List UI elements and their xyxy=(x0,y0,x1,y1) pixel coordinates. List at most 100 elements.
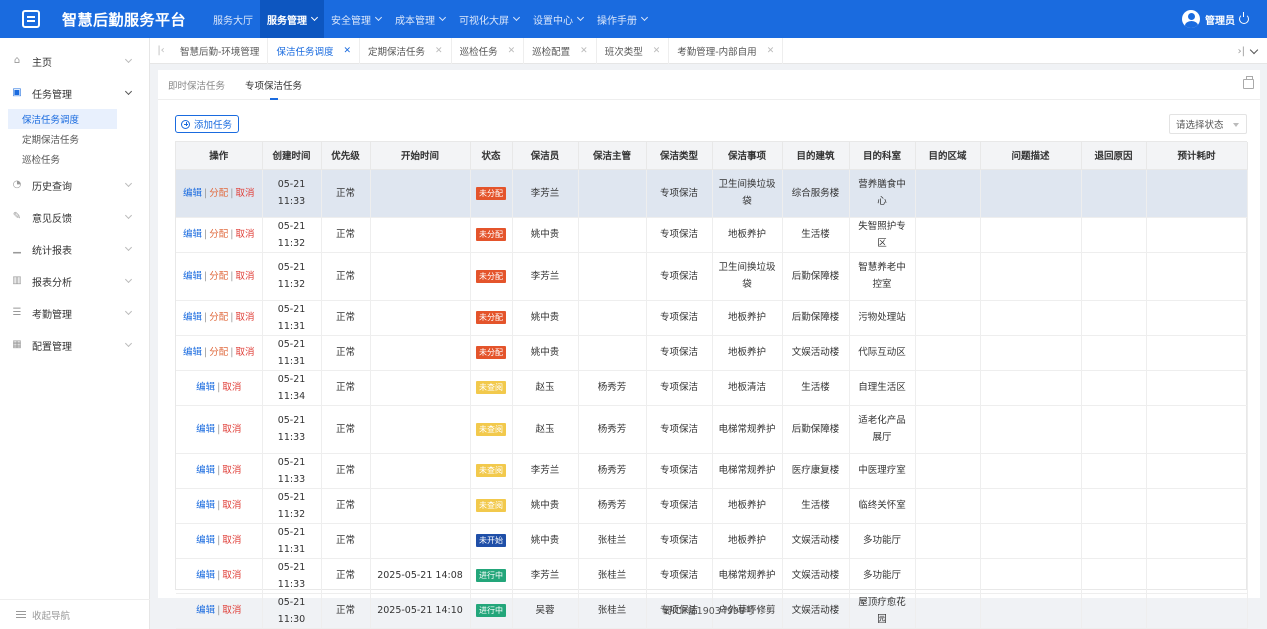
page-tab-4[interactable]: 巡检配置 ✕ xyxy=(524,37,597,64)
table-row[interactable]: 编辑 | 取消 05-21 11:33 正常 2025-05-21 14:08 进行中 李芳兰… xyxy=(176,558,1248,594)
table-row[interactable]: 编辑 | 分配 | 取消 05-21 11:31 正常 未分配 姚中贵 专项保洁 地板养护 后勤保障楼… xyxy=(176,300,1248,336)
topnav-item-0[interactable]: 服务大厅 xyxy=(206,0,260,38)
assign-link[interactable]: 分配 xyxy=(209,312,228,323)
edit-link[interactable]: 编辑 xyxy=(196,424,215,435)
assign-link[interactable]: 分配 xyxy=(209,347,228,358)
sidebar-item-2[interactable]: ◔ 历史查询 xyxy=(0,169,149,201)
separator: | xyxy=(217,423,221,435)
topnav-item-1[interactable]: 服务管理 xyxy=(260,0,325,38)
add-task-button[interactable]: 添加任务 xyxy=(175,115,240,133)
cell-start xyxy=(370,169,471,218)
sidebar-item-5[interactable]: ▥ 报表分析 xyxy=(0,265,149,297)
assign-link[interactable]: 分配 xyxy=(209,188,228,199)
edit-link[interactable]: 编辑 xyxy=(183,347,202,358)
subtab-1[interactable]: 专项保洁任务 xyxy=(245,70,302,100)
edit-link[interactable]: 编辑 xyxy=(196,570,215,581)
cell-created: 05-21 11:33 xyxy=(262,558,322,594)
close-icon[interactable]: ✕ xyxy=(508,46,516,56)
close-icon[interactable]: ✕ xyxy=(580,46,588,56)
stats-icon: ▁ xyxy=(13,243,21,254)
edit-link[interactable]: 编辑 xyxy=(183,188,202,199)
sidebar-item-7[interactable]: ▦ 配置管理 xyxy=(0,329,149,361)
sidebar-subitem-2[interactable]: 巡检任务 xyxy=(0,149,149,169)
table-row[interactable]: 编辑 | 取消 05-21 11:32 正常 未查阅 姚中贵 杨秀芳 专项保洁 地板养护 生活楼 临终… xyxy=(176,488,1248,524)
add-task-label: 添加任务 xyxy=(194,120,233,131)
tabs-scroll-left-icon[interactable]: |‹ xyxy=(150,45,172,56)
close-icon[interactable]: ✕ xyxy=(653,46,661,56)
table-row[interactable]: 编辑 | 取消 05-21 11:34 正常 未查阅 赵玉 杨秀芳 专项保洁 地板清洁 生活楼 自理生… xyxy=(176,370,1248,406)
sidebar-item-4[interactable]: ▁ 统计报表 xyxy=(0,233,149,265)
cell-supervisor: 杨秀芳 xyxy=(578,370,647,406)
sidebar-item-6[interactable]: ☰ 考勤管理 xyxy=(0,297,149,329)
table-row[interactable]: 编辑 | 取消 05-21 11:33 正常 未查阅 李芳兰 杨秀芳 专项保洁 电梯常规养护 医疗康… xyxy=(176,453,1248,489)
cancel-link[interactable]: 取消 xyxy=(222,570,241,581)
edit-link[interactable]: 编辑 xyxy=(196,500,215,511)
tabs-scroll-right-icon[interactable]: ›| xyxy=(1238,46,1245,57)
table-row[interactable]: 编辑 | 分配 | 取消 05-21 11:33 正常 未分配 李芳兰 专项保洁 卫生间换垃圾袋 综合… xyxy=(176,169,1248,218)
edit-link[interactable]: 编辑 xyxy=(196,382,215,393)
close-icon[interactable]: ✕ xyxy=(767,46,775,56)
edit-link[interactable]: 编辑 xyxy=(183,312,202,323)
close-icon[interactable]: ✕ xyxy=(343,46,351,56)
cell-created: 05-21 11:32 xyxy=(262,252,322,301)
edit-link[interactable]: 编辑 xyxy=(183,229,202,240)
topnav-item-5[interactable]: 设置中心 xyxy=(526,0,590,38)
cancel-link[interactable]: 取消 xyxy=(222,500,241,511)
collapse-nav-button[interactable]: 收起导航 xyxy=(0,599,150,629)
edit-link[interactable]: 编辑 xyxy=(183,271,202,282)
table-row[interactable]: 编辑 | 取消 05-21 11:33 正常 未查阅 赵玉 杨秀芳 专项保洁 电梯常规养护 后勤保障… xyxy=(176,405,1248,454)
page-tab-2[interactable]: 定期保洁任务 ✕ xyxy=(360,37,452,64)
sidebar-subitem-1[interactable]: 定期保洁任务 xyxy=(0,129,149,149)
sidebar-item-0[interactable]: ⌂ 主页 xyxy=(0,45,149,77)
topnav-item-3[interactable]: 成本管理 xyxy=(388,0,452,38)
cell-cleaner: 姚中贵 xyxy=(512,217,579,253)
sidebar-item-3[interactable]: ✎ 意见反馈 xyxy=(0,201,149,233)
edit-link[interactable]: 编辑 xyxy=(196,465,215,476)
topnav-item-2[interactable]: 安全管理 xyxy=(324,0,388,38)
sidebar-subitem-0[interactable]: 保洁任务调度 xyxy=(8,109,117,129)
sidebar-item-label: 报表分析 xyxy=(32,277,72,289)
cell-empty xyxy=(980,370,1082,406)
sidebar-item-1[interactable]: ▣ 任务管理 xyxy=(0,77,149,109)
cancel-link[interactable]: 取消 xyxy=(235,312,254,323)
tabs-dropdown-icon[interactable] xyxy=(1249,45,1259,54)
table-row[interactable]: 编辑 | 取消 05-21 11:31 正常 未开始 姚中贵 张桂兰 专项保洁 地板养护 文娱活动楼… xyxy=(176,523,1248,559)
subtab-0[interactable]: 即时保洁任务 xyxy=(168,70,225,100)
cancel-link[interactable]: 取消 xyxy=(235,229,254,240)
table-row[interactable]: 编辑 | 分配 | 取消 05-21 11:31 正常 未分配 姚中贵 专项保洁 地板养护 文娱活动楼… xyxy=(176,335,1248,371)
cell-priority: 正常 xyxy=(321,523,371,559)
status-select[interactable]: 请选择状态 xyxy=(1169,114,1247,134)
cell-item: 电梯常规养护 xyxy=(712,453,783,489)
print-icon[interactable] xyxy=(1243,76,1254,89)
page-tab-6[interactable]: 考勤管理-内部自用 ✕ xyxy=(669,37,784,64)
page-tabs-bar: |‹ 智慧后勤-环境管理 保洁任务调度 ✕ 定期保洁任务 ✕ 巡检任务 ✕ 巡检配置 ✕ 班次类型… xyxy=(150,37,1267,64)
topnav-item-6[interactable]: 操作手册 xyxy=(590,0,654,38)
page-tab-0[interactable]: 智慧后勤-环境管理 xyxy=(172,37,269,64)
assign-link[interactable]: 分配 xyxy=(209,271,228,282)
page-tab-1[interactable]: 保洁任务调度 ✕ xyxy=(268,37,360,64)
table-row[interactable]: 编辑 | 分配 | 取消 05-21 11:32 正常 未分配 李芳兰 专项保洁 卫生间换垃圾袋 后勤… xyxy=(176,252,1248,301)
assign-link[interactable]: 分配 xyxy=(209,229,228,240)
cell-supervisor xyxy=(578,335,647,371)
table-row[interactable]: 编辑 | 分配 | 取消 05-21 11:32 正常 未分配 姚中贵 专项保洁 地板养护 生活楼 失智… xyxy=(176,217,1248,253)
topnav-item-4[interactable]: 可视化大屏 xyxy=(452,0,526,38)
page-tab-3[interactable]: 巡检任务 ✕ xyxy=(452,37,525,64)
cancel-link[interactable]: 取消 xyxy=(235,347,254,358)
cell-priority: 正常 xyxy=(321,217,371,253)
cancel-link[interactable]: 取消 xyxy=(222,424,241,435)
power-icon[interactable] xyxy=(1239,12,1249,24)
cancel-link[interactable]: 取消 xyxy=(222,382,241,393)
close-icon[interactable]: ✕ xyxy=(435,46,443,56)
user-menu[interactable]: 管理员 xyxy=(1182,0,1249,38)
cell-empty xyxy=(1146,300,1248,336)
cancel-link[interactable]: 取消 xyxy=(222,465,241,476)
column-header: 退回原因 xyxy=(1081,142,1147,170)
cell-empty xyxy=(1081,453,1147,489)
cancel-link[interactable]: 取消 xyxy=(222,535,241,546)
page-tab-5[interactable]: 班次类型 ✕ xyxy=(597,37,670,64)
cell-type: 专项保洁 xyxy=(646,252,713,301)
column-header: 开始时间 xyxy=(370,142,471,170)
cancel-link[interactable]: 取消 xyxy=(235,271,254,282)
cancel-link[interactable]: 取消 xyxy=(235,188,254,199)
edit-link[interactable]: 编辑 xyxy=(196,535,215,546)
